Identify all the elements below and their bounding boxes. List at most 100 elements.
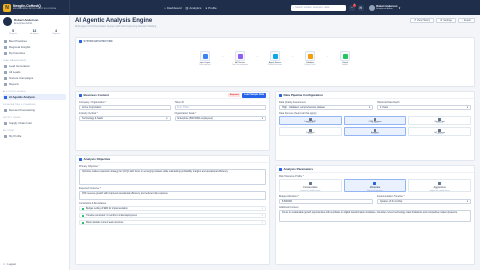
close-icon[interactable]: × — [262, 215, 263, 217]
sidebar-item-ai-agentic-analysis[interactable]: AI Agentic Analysis — [3, 94, 66, 100]
sidebar-item-favorites[interactable]: My Favorites — [3, 50, 66, 56]
check-icon — [342, 53, 348, 59]
field-label: Organization Scale * — [174, 112, 197, 115]
field-label: Implementation Timeline * — [377, 195, 405, 198]
budget-input[interactable]: $ 500000 — [279, 199, 373, 204]
scale-icon — [373, 182, 377, 185]
source-financial[interactable]: Financial Market — [279, 127, 342, 136]
risk-moderate[interactable]: Moderate Balanced approach — [343, 179, 407, 192]
source-sub: Operations — [435, 134, 444, 135]
export-button[interactable]: ↓ Export — [457, 18, 475, 23]
node-sub: Parallel Execution — [267, 64, 283, 66]
arrow-right-icon: → — [291, 54, 294, 58]
risk-conservative[interactable]: Conservative Lower risk, stable returns — [279, 179, 342, 192]
shield-icon — [307, 53, 313, 59]
search-placeholder: Search entities, analytics, data... — [295, 6, 332, 9]
architecture-title: SYSTEM ARCHITECTURE — [83, 40, 113, 43]
sidebar-profile[interactable]: Robert Anderson Enterprise Admin — [3, 17, 66, 28]
sliders-icon — [279, 167, 282, 171]
pipeline-icon — [279, 93, 282, 97]
risk-sub: Balanced approach — [367, 189, 383, 192]
user-menu[interactable]: Robert Anderson Enterprise Admin ▾ — [368, 4, 401, 11]
sidebar-item-reports[interactable]: Reports — [3, 81, 66, 87]
stat-label: Reports — [52, 33, 60, 35]
additional-context-textarea[interactable]: Focus on sustainable growth opportunitie… — [279, 210, 471, 222]
view-history-button[interactable]: ↺ View History — [409, 18, 435, 23]
source-crm[interactable]: CRM Systems Customers — [343, 116, 407, 125]
ticker-input[interactable]: E.G. TSLA — [174, 105, 266, 110]
home-icon: ⌂ — [164, 5, 166, 10]
data-quality-select[interactable]: High - Validated, comprehensive dataset ▾ — [279, 105, 373, 110]
logout-button[interactable]: ⇦ Logout — [3, 262, 16, 266]
sidebar-item-supply-chain[interactable]: Supply Chain Intel — [3, 120, 66, 126]
constraint-item[interactable]: Must maintain current team structure × — [79, 220, 266, 225]
sidebar-item-demand-forecasting[interactable]: Demand Forecasting — [3, 107, 66, 113]
source-iot[interactable]: IoT Sensors Operations — [408, 127, 471, 136]
objective-header: Analysis Objective — [76, 156, 269, 163]
mail-button[interactable]: ✉ — [357, 4, 364, 11]
node-sub: Task Decomposition — [231, 64, 249, 66]
nav-profile[interactable]: ● Profile — [205, 6, 216, 10]
nav-label: Dashboard — [166, 5, 182, 10]
source-sub: Customers — [371, 123, 379, 124]
arch-node-output: Output Insights — [333, 51, 357, 66]
field-label: Ticker ID — [174, 101, 184, 104]
chevron-down-icon: ▾ — [398, 5, 401, 10]
source-erp[interactable]: Internal ERP Financials — [279, 116, 342, 125]
page-subtitle: Multi-Agent AI Orchestration System with… — [75, 24, 157, 28]
nav-dashboard[interactable]: ⌂ Dashboard — [164, 6, 182, 10]
primary-objective-textarea[interactable]: Optimize market expansion strategy for Q… — [79, 169, 266, 185]
org-scale-select[interactable]: Enterprise (500-5000 employees) ▾ — [174, 116, 266, 121]
sidebar-item-label: Supply Chain Intel — [9, 121, 32, 125]
arch-node-agents: Agent Swarm Parallel Execution — [263, 51, 287, 66]
field-label: Additional Context — [279, 206, 299, 209]
brain-icon — [237, 53, 243, 59]
button-label: View History — [416, 19, 431, 22]
arch-node-validator: Validator Quality Check — [298, 51, 322, 66]
logout-icon: ⇦ — [3, 262, 6, 266]
select-value: 2 Years — [380, 106, 388, 109]
notification-button[interactable]: ◔ 3 — [348, 3, 356, 11]
close-icon[interactable]: × — [262, 208, 263, 210]
constraint-item[interactable]: Timeline constraint: 6 months to initial… — [79, 213, 266, 218]
field-label: Constraints & Boundaries — [79, 202, 107, 205]
star-icon — [4, 39, 7, 43]
search-input[interactable]: ⌕ Search entities, analytics, data... — [290, 4, 346, 11]
brand[interactable]: N Nexgile-CoHostQ ENGINEERING INTELLIGEN… — [0, 0, 70, 15]
nav-label: Analytics — [189, 5, 202, 10]
arch-node-planner: AI Planner Task Decomposition — [228, 51, 252, 66]
source-sub: Sentiment — [436, 123, 444, 124]
stat-analyses: 12 Analyses — [25, 29, 45, 35]
data-source-grid: Internal ERP Financials CRM Systems Custom… — [279, 116, 471, 136]
logout-label: Logout — [7, 262, 16, 266]
risk-aggressive[interactable]: Aggressive Higher risk, growth focus — [408, 179, 471, 192]
chevron-down-icon: ▾ — [166, 117, 168, 120]
business-context-card: Business Context Required Load Sample Da… — [75, 91, 270, 151]
expected-outcome-textarea[interactable]: 15% revenue growth with improved operati… — [79, 191, 266, 200]
source-social[interactable]: Social Data Sentiment — [408, 116, 471, 125]
robot-icon — [4, 95, 7, 99]
globe-icon — [4, 45, 7, 49]
arrow-right-icon: → — [326, 54, 329, 58]
check-icon — [82, 214, 84, 217]
card-title: Analysis Parameters — [283, 167, 314, 171]
nav-analytics[interactable]: ▥ Analytics — [186, 6, 202, 10]
load-sample-button[interactable]: Load Sample Data — [242, 92, 266, 98]
data-depth-select[interactable]: 2 Years ▾ — [377, 105, 471, 110]
close-icon[interactable]: × — [262, 222, 263, 224]
field-label: Industry Vertical * — [79, 112, 98, 115]
settings-button[interactable]: ⚙ Settings — [436, 18, 456, 23]
source-analytics[interactable]: Analytics Web data — [343, 127, 407, 136]
agents-icon — [272, 53, 278, 59]
mail-icon: ✉ — [359, 5, 363, 10]
avatar — [3, 17, 12, 26]
card-title: Business Context — [83, 93, 109, 97]
risk-sub: Lower risk, stable returns — [300, 189, 321, 192]
sidebar-item-my-profile[interactable]: My Profile — [3, 133, 66, 139]
constraint-item[interactable]: Budget ceiling of $2M for implementation… — [79, 206, 266, 211]
industry-select[interactable]: Technology & SaaS ▾ — [79, 116, 171, 121]
brand-tagline: ENGINEERING INTELLIGENT SOLUTIONS — [13, 8, 57, 11]
company-input[interactable]: Acme Corporation — [79, 105, 171, 110]
timeline-select[interactable]: Quarter (3-6 months) ▾ — [377, 199, 471, 204]
top-nav: ⌂ Dashboard ▥ Analytics ● Profile — [164, 6, 217, 10]
